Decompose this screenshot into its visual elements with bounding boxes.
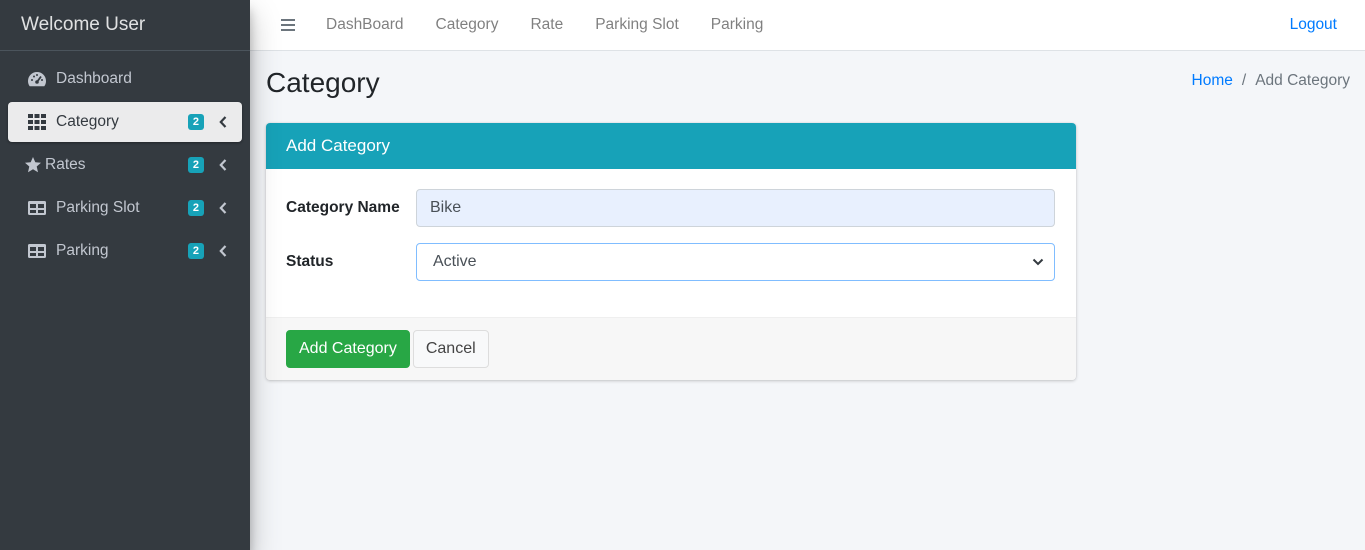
brand-text[interactable]: Welcome User: [0, 0, 250, 51]
breadcrumb-home-link[interactable]: Home: [1192, 72, 1233, 90]
count-badge: 2: [187, 243, 204, 259]
top-link-category[interactable]: Category: [436, 16, 499, 34]
sidebar-nav: Dashboard Category 2 Rates 2 Parking Slo…: [0, 51, 250, 271]
sidebar-item-label: Dashboard: [56, 70, 132, 87]
sidebar: Welcome User Dashboard Category 2 Rates …: [0, 0, 250, 550]
sidebar-item-parking[interactable]: Parking 2: [8, 231, 242, 271]
chevron-left-icon[interactable]: [218, 244, 228, 258]
sidebar-item-parking-slot[interactable]: Parking Slot 2: [8, 188, 242, 228]
chevron-left-icon[interactable]: [218, 158, 228, 172]
count-badge: 2: [187, 200, 204, 216]
cancel-button[interactable]: Cancel: [412, 330, 489, 368]
status-label: Status: [286, 253, 334, 270]
top-link-parking[interactable]: Parking: [711, 16, 764, 34]
count-badge: 2: [187, 114, 204, 130]
star-icon: [24, 156, 42, 174]
sidebar-item-rates[interactable]: Rates 2: [8, 145, 242, 185]
sidebar-item-label: Parking Slot: [56, 199, 140, 216]
tachometer-icon: [26, 70, 48, 88]
breadcrumb: Home / Add Category: [1192, 72, 1350, 90]
chevron-left-icon[interactable]: [218, 115, 228, 129]
table-icon: [26, 242, 48, 260]
category-name-row: Category Name Bike: [286, 189, 1055, 227]
chevron-left-icon[interactable]: [218, 201, 228, 215]
breadcrumb-separator: /: [1241, 72, 1247, 89]
logout-link[interactable]: Logout: [1290, 16, 1337, 34]
status-select[interactable]: Active: [416, 243, 1055, 281]
status-row: Status Active: [286, 243, 1055, 281]
grid-icon: [26, 113, 48, 131]
sidebar-item-dashboard[interactable]: Dashboard: [8, 59, 242, 99]
category-name-input[interactable]: Bike: [416, 189, 1055, 227]
card-body: Category Name Bike Status Active: [266, 169, 1076, 317]
table-icon: [26, 199, 48, 217]
add-category-button[interactable]: Add Category: [286, 330, 410, 368]
card-footer: Add Category Cancel: [266, 317, 1076, 380]
card-title: Add Category: [266, 123, 1076, 169]
breadcrumb-current: Add Category: [1255, 72, 1350, 89]
top-link-rate[interactable]: Rate: [530, 16, 563, 34]
sidebar-item-category[interactable]: Category 2: [8, 102, 242, 142]
sidebar-item-label: Category: [56, 113, 119, 130]
add-category-card: Add Category Category Name Bike Status A…: [266, 123, 1076, 380]
category-name-label: Category Name: [286, 199, 400, 216]
top-link-dashboard[interactable]: DashBoard: [326, 16, 404, 34]
status-selected-value: Active: [433, 253, 477, 270]
page-title: Category: [266, 67, 380, 98]
sidebar-item-label: Rates: [45, 156, 86, 173]
hamburger-menu-icon[interactable]: [280, 18, 302, 32]
top-link-parking-slot[interactable]: Parking Slot: [595, 16, 679, 34]
chevron-down-icon: [1032, 253, 1044, 271]
count-badge: 2: [187, 157, 204, 173]
top-navbar: DashBoard Category Rate Parking Slot Par…: [250, 0, 1365, 51]
sidebar-item-label: Parking: [56, 242, 109, 259]
